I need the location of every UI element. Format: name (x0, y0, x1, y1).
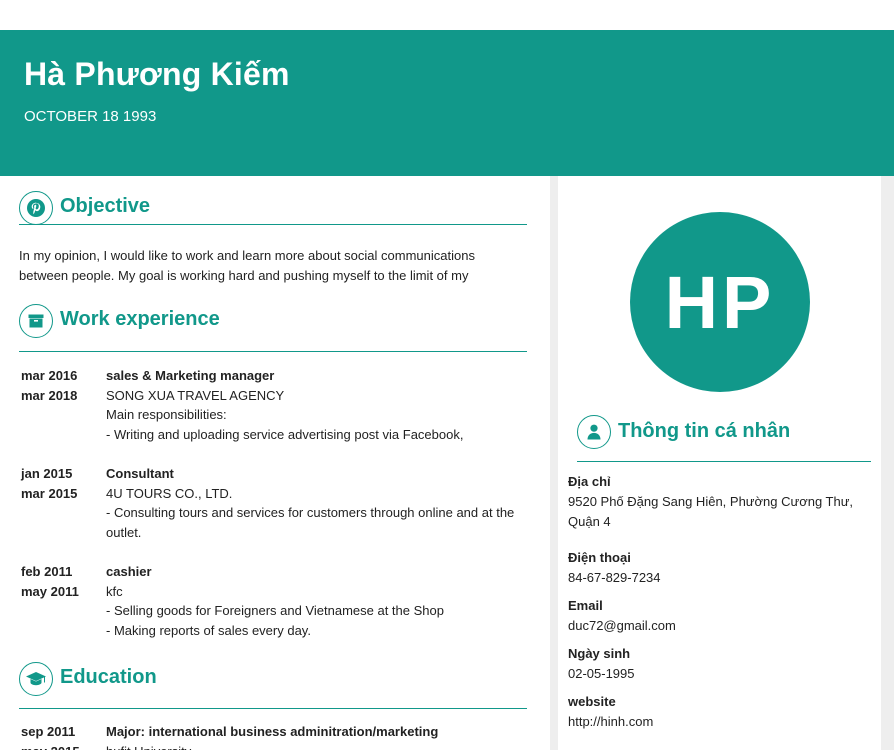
email-block: Email duc72@gmail.com (568, 596, 868, 636)
education-section-header: Education (19, 662, 527, 709)
job-description-line: Main responsibilities: (106, 407, 227, 422)
birthdate-value: 02-05-1995 (568, 666, 635, 681)
job-details: sales & Marketing manager SONG XUA TRAVE… (106, 366, 531, 444)
education-title: Education (60, 666, 157, 688)
objective-text: In my opinion, I would like to work and … (19, 248, 475, 283)
website-label: website (568, 694, 616, 709)
job-company: 4U TOURS CO., LTD. (106, 485, 233, 501)
job-title: Consultant (106, 466, 174, 481)
education-end-date: may 2015 (21, 742, 101, 750)
job-dates: jan 2015 mar 2015 (21, 464, 101, 504)
education-start-date: sep 2011 (21, 724, 76, 739)
job-start-date: jan 2015 (21, 466, 73, 481)
phone-value: 84-67-829-7234 (568, 570, 661, 585)
job-description-line: - Consulting tours and services for cust… (106, 505, 515, 540)
education-major: Major: international business adminitrat… (106, 724, 439, 739)
address-block: Địa chỉ 9520 Phố Đặng Sang Hiên, Phường … (568, 472, 868, 532)
education-details: Major: international business adminitrat… (106, 722, 531, 750)
job-end-date: mar 2015 (21, 486, 78, 501)
pinterest-icon (19, 191, 53, 225)
job-details: Consultant 4U TOURS CO., LTD. - Consulti… (106, 464, 531, 542)
job-end-date: mar 2018 (21, 388, 78, 403)
job-company: kfc (106, 583, 123, 599)
address-value: 9520 Phố Đặng Sang Hiên, Phường Cương Th… (568, 494, 854, 529)
work-section-header: Work experience (19, 304, 527, 352)
education-dates: sep 2011 may 2015 (21, 722, 101, 750)
birthdate-block: Ngày sinh 02-05-1995 (568, 644, 868, 684)
website-block: website http://hinh.com (568, 692, 868, 732)
job-end-date: may 2011 (21, 584, 79, 599)
objective-section-header: Objective (19, 191, 527, 225)
birthdate-label: Ngày sinh (568, 646, 631, 661)
website-value: http://hinh.com (568, 714, 654, 729)
job-description-line: - Making reports of sales every day. (106, 622, 311, 638)
archive-box-icon (19, 304, 53, 338)
job-title: sales & Marketing manager (106, 368, 275, 383)
job-dates: mar 2016 mar 2018 (21, 366, 101, 406)
date-of-birth-heading: OCTOBER 18 1993 (24, 108, 157, 125)
job-start-date: mar 2016 (21, 368, 78, 383)
job-company: SONG XUA TRAVEL AGENCY (106, 387, 285, 403)
job-title: cashier (106, 564, 152, 579)
user-icon (577, 415, 611, 449)
email-value: duc72@gmail.com (568, 618, 676, 633)
header-banner: Hà Phương Kiếm OCTOBER 18 1993 (0, 30, 894, 176)
job-dates: feb 2011 may 2011 (21, 562, 101, 602)
education-school: hufit University (106, 742, 531, 750)
graduation-cap-icon (19, 662, 53, 696)
job-details: cashier kfc - Selling goods for Foreigne… (106, 562, 531, 640)
address-label: Địa chỉ (568, 474, 611, 489)
personal-info-title: Thông tin cá nhân (618, 420, 791, 442)
avatar: HP (630, 212, 810, 392)
personal-info-section-header: Thông tin cá nhân (577, 415, 871, 462)
email-label: Email (568, 598, 603, 613)
full-name: Hà Phương Kiếm (24, 56, 290, 92)
main-column: Objective In my opinion, I would like to… (0, 176, 550, 750)
objective-title: Objective (60, 195, 151, 217)
work-title: Work experience (60, 308, 220, 330)
job-description-line: - Selling goods for Foreigners and Vietn… (106, 603, 444, 618)
phone-block: Điện thoại 84-67-829-7234 (568, 548, 868, 588)
phone-label: Điện thoại (568, 550, 631, 565)
job-start-date: feb 2011 (21, 564, 73, 579)
job-description-line: - Writing and uploading service advertis… (106, 426, 464, 442)
